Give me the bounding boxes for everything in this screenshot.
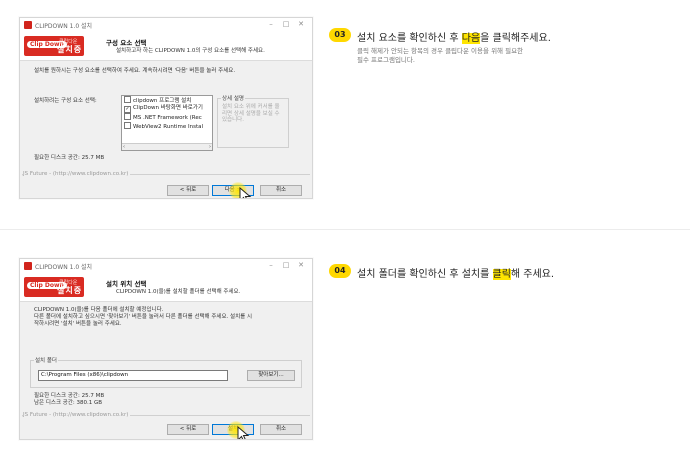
mouse-cursor-icon <box>237 426 250 439</box>
clipdown-logo: Clip Down 클립다운 설치중 <box>24 277 84 297</box>
window-title: CLIPDOWN 1.0 설치 <box>35 23 93 30</box>
component-item[interactable]: ✓ ClipDown 바탕화면 바로가기 <box>122 105 212 113</box>
installer-window-components: CLIPDOWN 1.0 설치 – □ ✕ Clip Down 클립다운 설치중… <box>19 17 313 199</box>
description-text: CLIPDOWN 1.0(을)를 다음 폴더에 설치할 예정입니다. 다른 폴더… <box>34 307 253 327</box>
step-number-badge: 04 <box>329 264 351 278</box>
mouse-cursor-icon <box>239 187 252 198</box>
detail-description-group: 상세 설명 설치 요소 위에 커서를 올리면 상세 설명을 보실 수 있습니다. <box>217 94 289 148</box>
maximize-icon[interactable]: □ <box>279 20 293 28</box>
scroll-left-icon[interactable]: ‹ <box>123 144 125 150</box>
highlighted-word: 클릭 <box>492 269 511 280</box>
checkbox-checked[interactable]: ✓ <box>124 106 131 113</box>
step-03-caption: 03 설치 요소를 확인하신 후 다음을 클릭해주세요. <box>329 28 689 46</box>
minimize-icon[interactable]: – <box>264 20 278 28</box>
publisher-url: JS Future - (http://www.clipdown.co.kr) <box>23 412 131 418</box>
component-item[interactable]: WebView2 Runtime Instal <box>122 122 212 131</box>
step-04-caption: 04 설치 폴더를 확인하신 후 설치를 클릭해 주세요. <box>329 264 689 282</box>
installer-window-location: CLIPDOWN 1.0 설치 – □ ✕ Clip Down 클립다운 설치중… <box>19 258 313 440</box>
checkbox[interactable] <box>124 96 131 103</box>
wizard-header: Clip Down 클립다운 설치중 설치 위치 선택 CLIPDOWN 1.0… <box>20 273 312 302</box>
publisher-url: JS Future - (http://www.clipdown.co.kr) <box>23 171 131 177</box>
step-instruction: 설치 요소를 확인하신 후 다음을 클릭해주세요. <box>357 33 551 44</box>
maximize-icon[interactable]: □ <box>279 261 293 269</box>
cancel-button[interactable]: 취소 <box>260 185 302 196</box>
back-button[interactable]: < 뒤로 <box>167 424 209 435</box>
step-instruction: 설치 폴더를 확인하신 후 설치를 클릭해 주세요. <box>357 269 555 280</box>
section-divider <box>0 229 690 230</box>
install-path-input[interactable]: C:\Program Files (x86)\clipdown <box>38 370 228 381</box>
app-icon <box>24 262 32 270</box>
horizontal-scrollbar[interactable]: ‹ › <box>122 143 212 150</box>
detail-group-label: 상세 설명 <box>221 94 245 102</box>
clipdown-logo: Clip Down 클립다운 설치중 <box>24 36 84 56</box>
minimize-icon[interactable]: – <box>264 261 278 269</box>
components-list[interactable]: clipdown 프로그램 설치 ✓ ClipDown 바탕화면 바로가기 MS … <box>121 95 213 151</box>
scroll-right-icon[interactable]: › <box>209 144 211 150</box>
cancel-button[interactable]: 취소 <box>260 424 302 435</box>
close-icon[interactable]: ✕ <box>294 20 308 28</box>
component-item[interactable]: clipdown 프로그램 설치 <box>122 96 212 105</box>
title-bar: CLIPDOWN 1.0 설치 – □ ✕ <box>20 259 312 273</box>
description-text: 설치를 원하시는 구성 요소를 선택하여 주세요. 계속하시려면 '다음' 버튼… <box>34 68 236 74</box>
page-subtitle: 설치하고자 하는 CLIPDOWN 1.0의 구성 요소를 선택해 주세요. <box>116 48 265 54</box>
step-03-note: 클릭 해제가 안되는 항목의 경우 클립다운 이용을 위해 필요한 필수 프로그… <box>357 47 524 64</box>
window-title: CLIPDOWN 1.0 설치 <box>35 264 93 271</box>
detail-group-text: 설치 요소 위에 커서를 올리면 상세 설명을 보실 수 있습니다. <box>222 104 280 123</box>
disk-space-available: 남은 디스크 공간: 380.1 GB <box>34 400 103 406</box>
component-item[interactable]: MS .NET Framework (Rec <box>122 113 212 122</box>
folder-group-label: 설치 폴더 <box>34 356 58 364</box>
back-button[interactable]: < 뒤로 <box>167 185 209 196</box>
page-subtitle: CLIPDOWN 1.0(을)를 설치할 폴더를 선택해 주세요. <box>116 289 241 295</box>
highlighted-word: 다음 <box>461 33 481 44</box>
disk-space-required: 필요한 디스크 공간: 25.7 MB <box>34 155 105 161</box>
app-icon <box>24 21 32 29</box>
browse-button[interactable]: 찾아보기... <box>247 370 295 381</box>
wizard-header: Clip Down 클립다운 설치중 구성 요소 선택 설치하고자 하는 CLI… <box>20 32 312 61</box>
components-label: 설치하려는 구성 요소 선택: <box>34 98 97 104</box>
checkbox[interactable] <box>124 122 131 129</box>
checkbox[interactable] <box>124 113 131 120</box>
title-bar: CLIPDOWN 1.0 설치 – □ ✕ <box>20 18 312 32</box>
step-number-badge: 03 <box>329 28 351 42</box>
disk-space-required: 필요한 디스크 공간: 25.7 MB <box>34 393 105 399</box>
close-icon[interactable]: ✕ <box>294 261 308 269</box>
